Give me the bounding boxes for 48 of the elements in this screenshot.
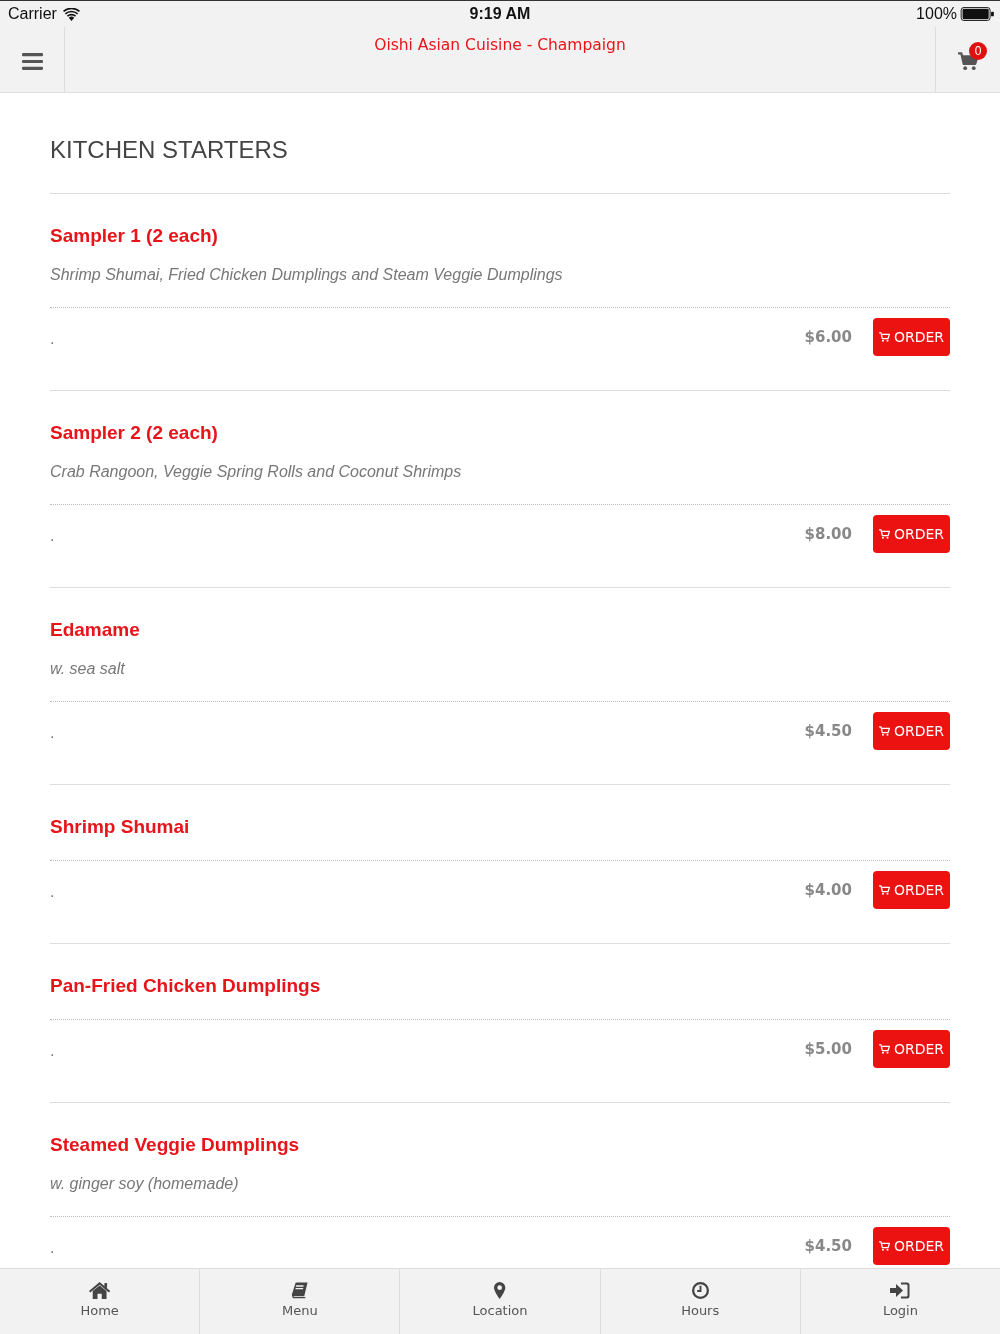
cart-count-badge: 0: [969, 42, 987, 60]
sign-in-icon: [890, 1282, 911, 1299]
dish-name: Steamed Veggie Dumplings: [50, 1133, 301, 1157]
dish-price: $5.00: [804, 1040, 852, 1058]
dish-price: $6.00: [804, 328, 852, 346]
cart-icon: [878, 726, 890, 736]
dish-price: $4.00: [804, 881, 852, 899]
dish-description: w. sea salt: [50, 659, 126, 679]
dish-note: .: [50, 1041, 56, 1061]
map-pin-icon: [494, 1282, 506, 1299]
dish-description: Shrimp Shumai, Fried Chicken Dumplings and Steam Veggie Dumplings: [50, 265, 564, 285]
dish-note: .: [50, 329, 56, 349]
book-icon: [291, 1282, 309, 1299]
section-heading: KITCHEN STARTERS: [50, 93, 950, 194]
battery-percent: 100%: [916, 5, 957, 23]
carrier-name: Carrier: [8, 5, 57, 23]
dish-description: w. ginger soy (homemade): [50, 1174, 240, 1194]
order-button[interactable]: ORDER: [873, 1030, 950, 1068]
house-icon: [88, 1282, 111, 1299]
order-button[interactable]: ORDER: [873, 515, 950, 553]
cart-icon: [878, 885, 890, 895]
dish-name: Sampler 1 (2 each): [50, 224, 219, 248]
cart-icon: [878, 1241, 890, 1251]
dish-price: $4.50: [804, 1237, 852, 1255]
dish-note: .: [50, 882, 56, 902]
dish-name: Pan-Fried Chicken Dumplings: [50, 974, 322, 998]
cart-icon: [878, 529, 890, 539]
dish-price: $4.50: [804, 722, 852, 740]
order-button[interactable]: ORDER: [873, 318, 950, 356]
dish-note: .: [50, 1238, 56, 1258]
wifi-icon: [62, 7, 80, 21]
clock-icon: [691, 1282, 709, 1299]
battery-icon: [960, 7, 995, 21]
order-button[interactable]: ORDER: [873, 712, 950, 750]
dish-note: .: [50, 526, 56, 546]
menu-icon: [21, 53, 43, 70]
dish-price: $8.00: [804, 525, 852, 543]
cart-icon: [878, 1044, 890, 1054]
restaurant-title: Oishi Asian Cuisine - Champaign: [374, 35, 626, 55]
clock-time: 9:19 AM: [469, 5, 531, 23]
dish-note: .: [50, 723, 56, 743]
order-button[interactable]: ORDER: [873, 871, 950, 909]
order-button[interactable]: ORDER: [873, 1227, 950, 1265]
cart-icon: [878, 332, 890, 342]
dish-description: Crab Rangoon, Veggie Spring Rolls and Coconut Shrimps: [50, 462, 463, 482]
dish-name: Shrimp Shumai: [50, 815, 191, 839]
dish-name: Sampler 2 (2 each): [50, 421, 219, 445]
dish-name: Edamame: [50, 618, 141, 642]
